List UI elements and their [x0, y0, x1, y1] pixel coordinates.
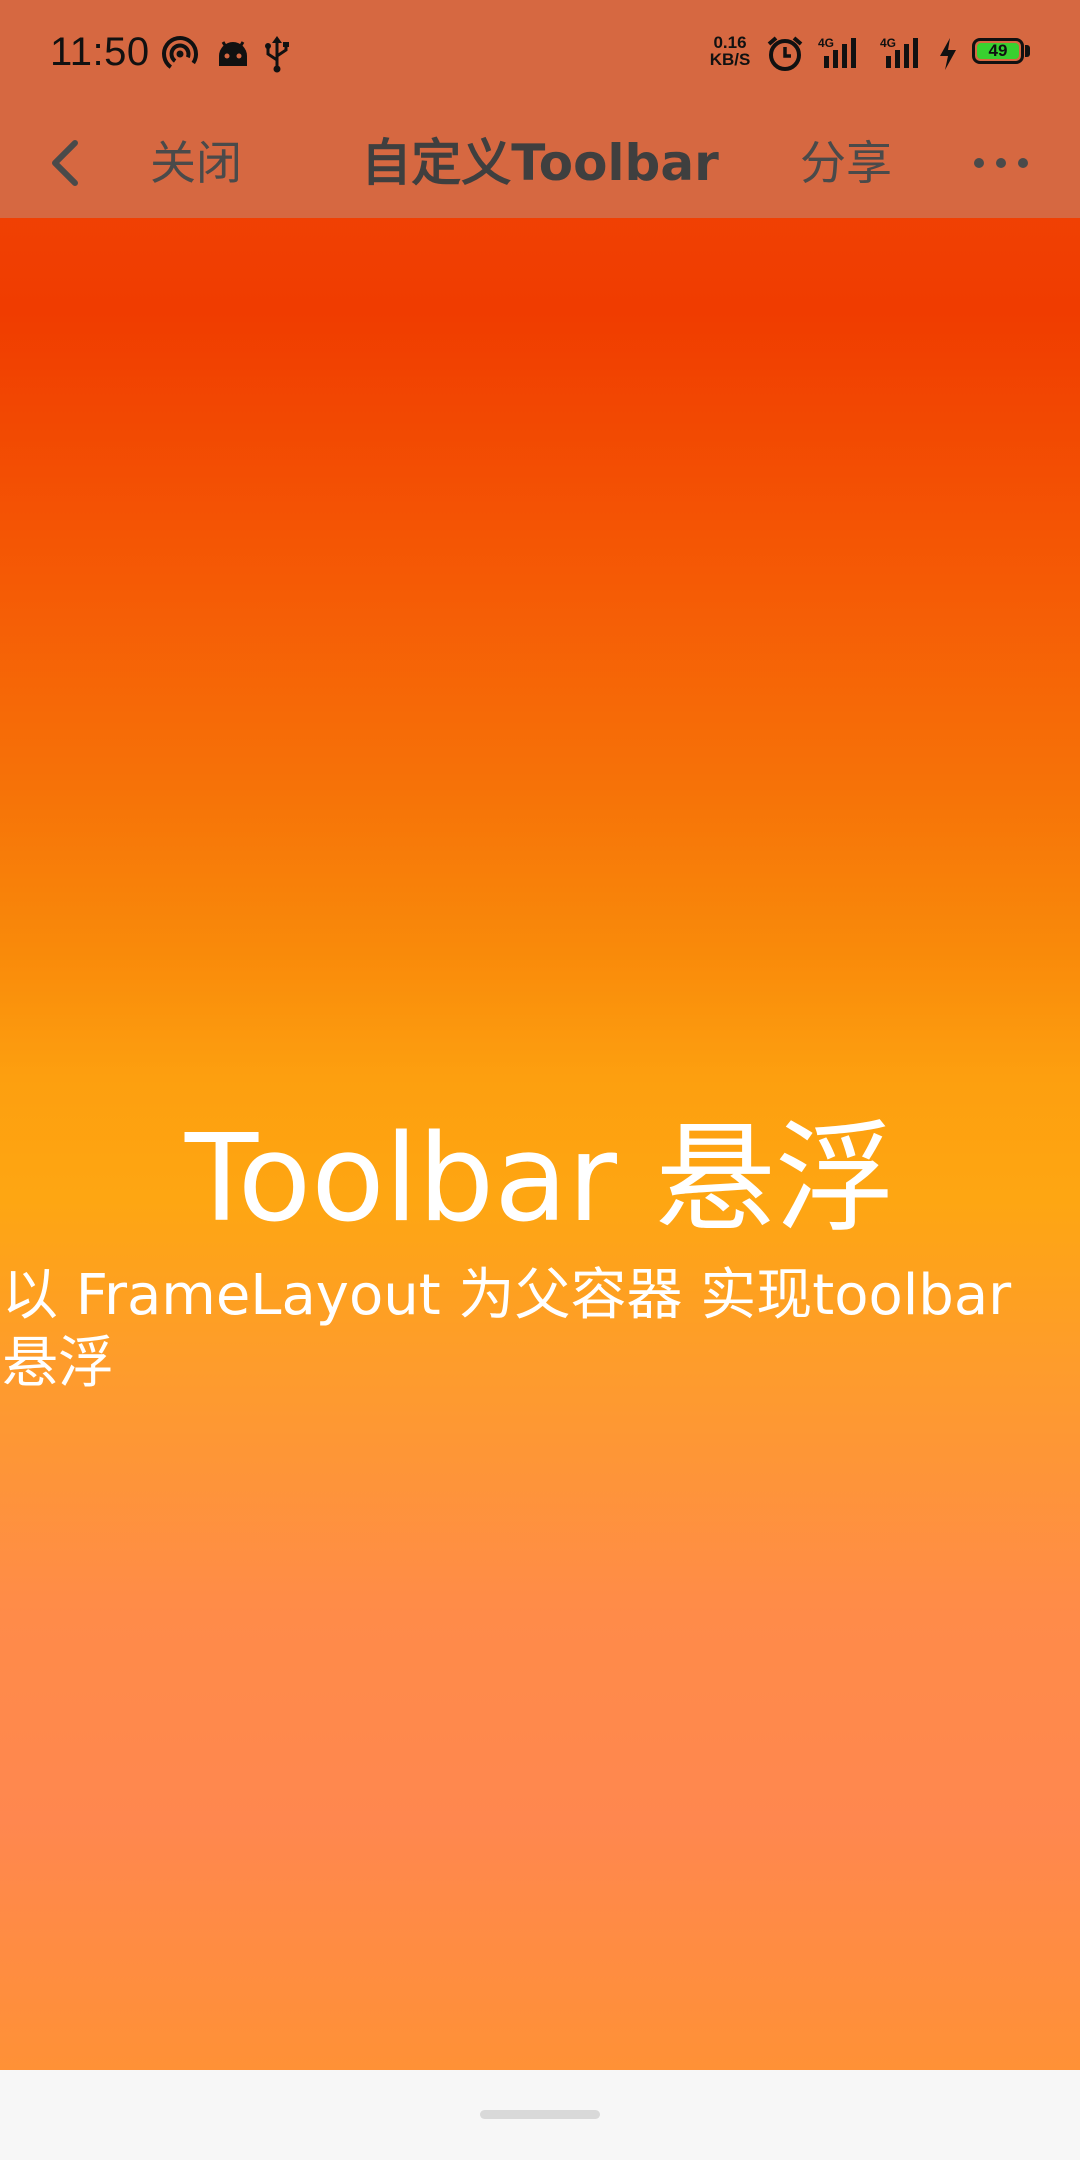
more-button[interactable]	[966, 128, 1036, 198]
signal-2-icon	[880, 34, 926, 78]
network-speed-unit: KB/S	[709, 50, 751, 69]
bottom-navigation-bar	[0, 2070, 1080, 2160]
gradient-background: Toolbar 悬浮 以 FrameLayout 为父容器 实现toolbar …	[0, 0, 1080, 2070]
hotspot-icon	[160, 34, 200, 78]
battery-tip	[1025, 45, 1030, 57]
floating-toolbar-container: 11:50 0.16 KB/S 4G 4G 49 关闭 自定义Toolbar 分…	[0, 0, 1080, 218]
battery-icon: 49	[972, 38, 1024, 64]
back-button[interactable]	[30, 128, 100, 198]
headline-text: Toolbar 悬浮	[184, 1110, 896, 1249]
status-bar: 11:50 0.16 KB/S 4G 4G 49	[0, 0, 1080, 108]
charging-icon	[936, 34, 960, 78]
network-speed: 0.16 KB/S	[707, 34, 753, 68]
status-time: 11:50	[50, 30, 150, 74]
home-indicator[interactable]	[480, 2110, 600, 2119]
more-horizontal-icon	[974, 158, 1028, 168]
subline-text: 以 FrameLayout 为父容器 实现toolbar 悬浮	[2, 1263, 1012, 1396]
close-button[interactable]: 关闭	[150, 128, 242, 198]
network-speed-value: 0.16	[713, 33, 747, 52]
toolbar-title: 自定义Toolbar	[361, 134, 719, 192]
signal-1-icon	[818, 34, 864, 78]
toolbar: 关闭 自定义Toolbar 分享	[0, 108, 1080, 218]
android-icon	[215, 34, 251, 78]
alarm-icon	[765, 34, 805, 78]
share-button[interactable]: 分享	[800, 128, 892, 198]
chevron-left-icon	[52, 140, 78, 186]
battery-level: 49	[977, 42, 1019, 59]
usb-icon	[262, 34, 292, 78]
